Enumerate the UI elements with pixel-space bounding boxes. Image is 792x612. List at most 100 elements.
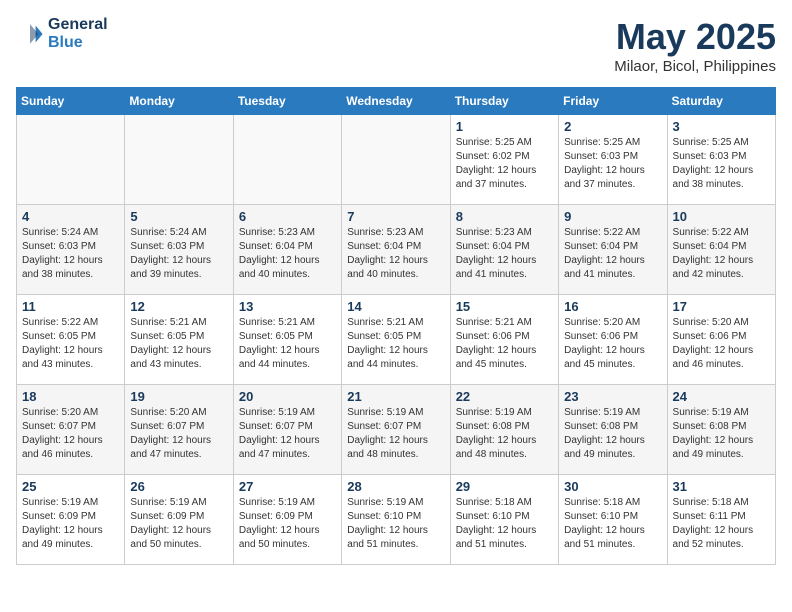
day-info: Sunrise: 5:21 AM Sunset: 6:05 PM Dayligh…	[239, 316, 336, 372]
day-number: 8	[456, 209, 553, 224]
calendar-cell: 12Sunrise: 5:21 AM Sunset: 6:05 PM Dayli…	[125, 295, 233, 385]
day-info: Sunrise: 5:20 AM Sunset: 6:07 PM Dayligh…	[130, 406, 227, 462]
day-number: 11	[22, 299, 119, 314]
calendar-cell: 20 Sunrise: 5:19 AM Sunset: 6:07 PM Dayli…	[233, 385, 341, 475]
calendar-week-row: 11 Sunrise: 5:22 AM Sunset: 6:05 PM Dayli…	[17, 295, 776, 385]
day-info: Sunrise: 5:18 AM Sunset: 6:10 PM Dayligh…	[564, 496, 661, 552]
day-number: 21	[347, 389, 444, 404]
day-info: Sunrise: 5:21 AM Sunset: 6:05 PM Dayligh…	[130, 316, 227, 372]
calendar-cell: 2 Sunrise: 5:25 AM Sunset: 6:03 PM Daylig…	[559, 115, 667, 205]
logo-icon	[16, 20, 44, 48]
day-info: Sunrise: 5:19 AM Sunset: 6:09 PM Dayligh…	[239, 496, 336, 552]
day-number: 1	[456, 119, 553, 134]
calendar-cell: 28 Sunrise: 5:19 AM Sunset: 6:10 PM Dayli…	[342, 475, 450, 565]
day-number: 24	[673, 389, 770, 404]
logo-text: General Blue	[48, 16, 108, 52]
calendar-cell: 24Sunrise: 5:19 AM Sunset: 6:08 PM Dayli…	[667, 385, 775, 475]
day-number: 28	[347, 479, 444, 494]
day-info: Sunrise: 5:23 AM Sunset: 6:04 PM Dayligh…	[456, 226, 553, 282]
calendar-cell: 7Sunrise: 5:23 AM Sunset: 6:04 PM Daylig…	[342, 205, 450, 295]
day-info: Sunrise: 5:25 AM Sunset: 6:03 PM Dayligh…	[564, 136, 661, 192]
day-number: 3	[673, 119, 770, 134]
day-info: Sunrise: 5:19 AM Sunset: 6:08 PM Dayligh…	[564, 406, 661, 462]
day-info: Sunrise: 5:20 AM Sunset: 6:06 PM Dayligh…	[564, 316, 661, 372]
calendar-cell: 8 Sunrise: 5:23 AM Sunset: 6:04 PM Daylig…	[450, 205, 558, 295]
weekday-header: Saturday	[667, 88, 775, 115]
day-info: Sunrise: 5:19 AM Sunset: 6:09 PM Dayligh…	[130, 496, 227, 552]
calendar-week-row: 18Sunrise: 5:20 AM Sunset: 6:07 PM Dayli…	[17, 385, 776, 475]
day-number: 31	[673, 479, 770, 494]
calendar-cell: 17 Sunrise: 5:20 AM Sunset: 6:06 PM Dayli…	[667, 295, 775, 385]
calendar-cell: 30Sunrise: 5:18 AM Sunset: 6:10 PM Dayli…	[559, 475, 667, 565]
day-number: 16	[564, 299, 661, 314]
calendar-week-row: 1 Sunrise: 5:25 AM Sunset: 6:02 PM Daylig…	[17, 115, 776, 205]
title-block: May 2025 Milaor, Bicol, Philippines	[614, 16, 776, 75]
day-number: 29	[456, 479, 553, 494]
weekday-header: Wednesday	[342, 88, 450, 115]
calendar-cell: 26 Sunrise: 5:19 AM Sunset: 6:09 PM Dayli…	[125, 475, 233, 565]
calendar-cell	[17, 115, 125, 205]
day-number: 19	[130, 389, 227, 404]
calendar-table: SundayMondayTuesdayWednesdayThursdayFrid…	[16, 87, 776, 565]
day-number: 10	[673, 209, 770, 224]
day-number: 20	[239, 389, 336, 404]
calendar-cell	[125, 115, 233, 205]
day-info: Sunrise: 5:19 AM Sunset: 6:07 PM Dayligh…	[347, 406, 444, 462]
day-info: Sunrise: 5:23 AM Sunset: 6:04 PM Dayligh…	[239, 226, 336, 282]
day-info: Sunrise: 5:19 AM Sunset: 6:08 PM Dayligh…	[456, 406, 553, 462]
weekday-header: Monday	[125, 88, 233, 115]
day-info: Sunrise: 5:18 AM Sunset: 6:11 PM Dayligh…	[673, 496, 770, 552]
day-number: 26	[130, 479, 227, 494]
day-number: 4	[22, 209, 119, 224]
day-info: Sunrise: 5:19 AM Sunset: 6:10 PM Dayligh…	[347, 496, 444, 552]
calendar-cell: 31 Sunrise: 5:18 AM Sunset: 6:11 PM Dayli…	[667, 475, 775, 565]
day-info: Sunrise: 5:24 AM Sunset: 6:03 PM Dayligh…	[130, 226, 227, 282]
calendar-cell: 21 Sunrise: 5:19 AM Sunset: 6:07 PM Dayli…	[342, 385, 450, 475]
day-info: Sunrise: 5:22 AM Sunset: 6:05 PM Dayligh…	[22, 316, 119, 372]
day-info: Sunrise: 5:20 AM Sunset: 6:07 PM Dayligh…	[22, 406, 119, 462]
calendar-cell: 5 Sunrise: 5:24 AM Sunset: 6:03 PM Daylig…	[125, 205, 233, 295]
calendar-cell: 10 Sunrise: 5:22 AM Sunset: 6:04 PM Dayli…	[667, 205, 775, 295]
day-number: 2	[564, 119, 661, 134]
calendar-cell: 25Sunrise: 5:19 AM Sunset: 6:09 PM Dayli…	[17, 475, 125, 565]
day-info: Sunrise: 5:18 AM Sunset: 6:10 PM Dayligh…	[456, 496, 553, 552]
day-number: 5	[130, 209, 227, 224]
calendar-cell: 3 Sunrise: 5:25 AM Sunset: 6:03 PM Daylig…	[667, 115, 775, 205]
page-header: General Blue May 2025 Milaor, Bicol, Phi…	[16, 16, 776, 75]
day-info: Sunrise: 5:21 AM Sunset: 6:06 PM Dayligh…	[456, 316, 553, 372]
weekday-header: Sunday	[17, 88, 125, 115]
calendar-cell: 4Sunrise: 5:24 AM Sunset: 6:03 PM Daylig…	[17, 205, 125, 295]
day-number: 25	[22, 479, 119, 494]
day-info: Sunrise: 5:25 AM Sunset: 6:03 PM Dayligh…	[673, 136, 770, 192]
day-number: 17	[673, 299, 770, 314]
day-number: 27	[239, 479, 336, 494]
calendar-cell: 14Sunrise: 5:21 AM Sunset: 6:05 PM Dayli…	[342, 295, 450, 385]
day-info: Sunrise: 5:22 AM Sunset: 6:04 PM Dayligh…	[673, 226, 770, 282]
day-info: Sunrise: 5:25 AM Sunset: 6:02 PM Dayligh…	[456, 136, 553, 192]
calendar-cell: 18Sunrise: 5:20 AM Sunset: 6:07 PM Dayli…	[17, 385, 125, 475]
weekday-header: Thursday	[450, 88, 558, 115]
calendar-cell: 1 Sunrise: 5:25 AM Sunset: 6:02 PM Daylig…	[450, 115, 558, 205]
calendar-cell: 22 Sunrise: 5:19 AM Sunset: 6:08 PM Dayli…	[450, 385, 558, 475]
day-number: 23	[564, 389, 661, 404]
day-number: 15	[456, 299, 553, 314]
weekday-header-row: SundayMondayTuesdayWednesdayThursdayFrid…	[17, 88, 776, 115]
calendar-cell: 9Sunrise: 5:22 AM Sunset: 6:04 PM Daylig…	[559, 205, 667, 295]
calendar-cell: 19 Sunrise: 5:20 AM Sunset: 6:07 PM Dayli…	[125, 385, 233, 475]
weekday-header: Tuesday	[233, 88, 341, 115]
weekday-header: Friday	[559, 88, 667, 115]
day-info: Sunrise: 5:20 AM Sunset: 6:06 PM Dayligh…	[673, 316, 770, 372]
location-title: Milaor, Bicol, Philippines	[614, 58, 776, 75]
calendar-cell: 27 Sunrise: 5:19 AM Sunset: 6:09 PM Dayli…	[233, 475, 341, 565]
calendar-cell: 23 Sunrise: 5:19 AM Sunset: 6:08 PM Dayli…	[559, 385, 667, 475]
day-number: 22	[456, 389, 553, 404]
day-number: 14	[347, 299, 444, 314]
calendar-cell: 11 Sunrise: 5:22 AM Sunset: 6:05 PM Dayli…	[17, 295, 125, 385]
calendar-week-row: 4 Sunrise: 5:24 AM Sunset: 6:03 PM Daylig…	[17, 205, 776, 295]
day-number: 13	[239, 299, 336, 314]
day-info: Sunrise: 5:23 AM Sunset: 6:04 PM Dayligh…	[347, 226, 444, 282]
calendar-cell: 16 Sunrise: 5:20 AM Sunset: 6:06 PM Dayli…	[559, 295, 667, 385]
day-info: Sunrise: 5:19 AM Sunset: 6:07 PM Dayligh…	[239, 406, 336, 462]
calendar-cell: 6 Sunrise: 5:23 AM Sunset: 6:04 PM Daylig…	[233, 205, 341, 295]
day-number: 6	[239, 209, 336, 224]
